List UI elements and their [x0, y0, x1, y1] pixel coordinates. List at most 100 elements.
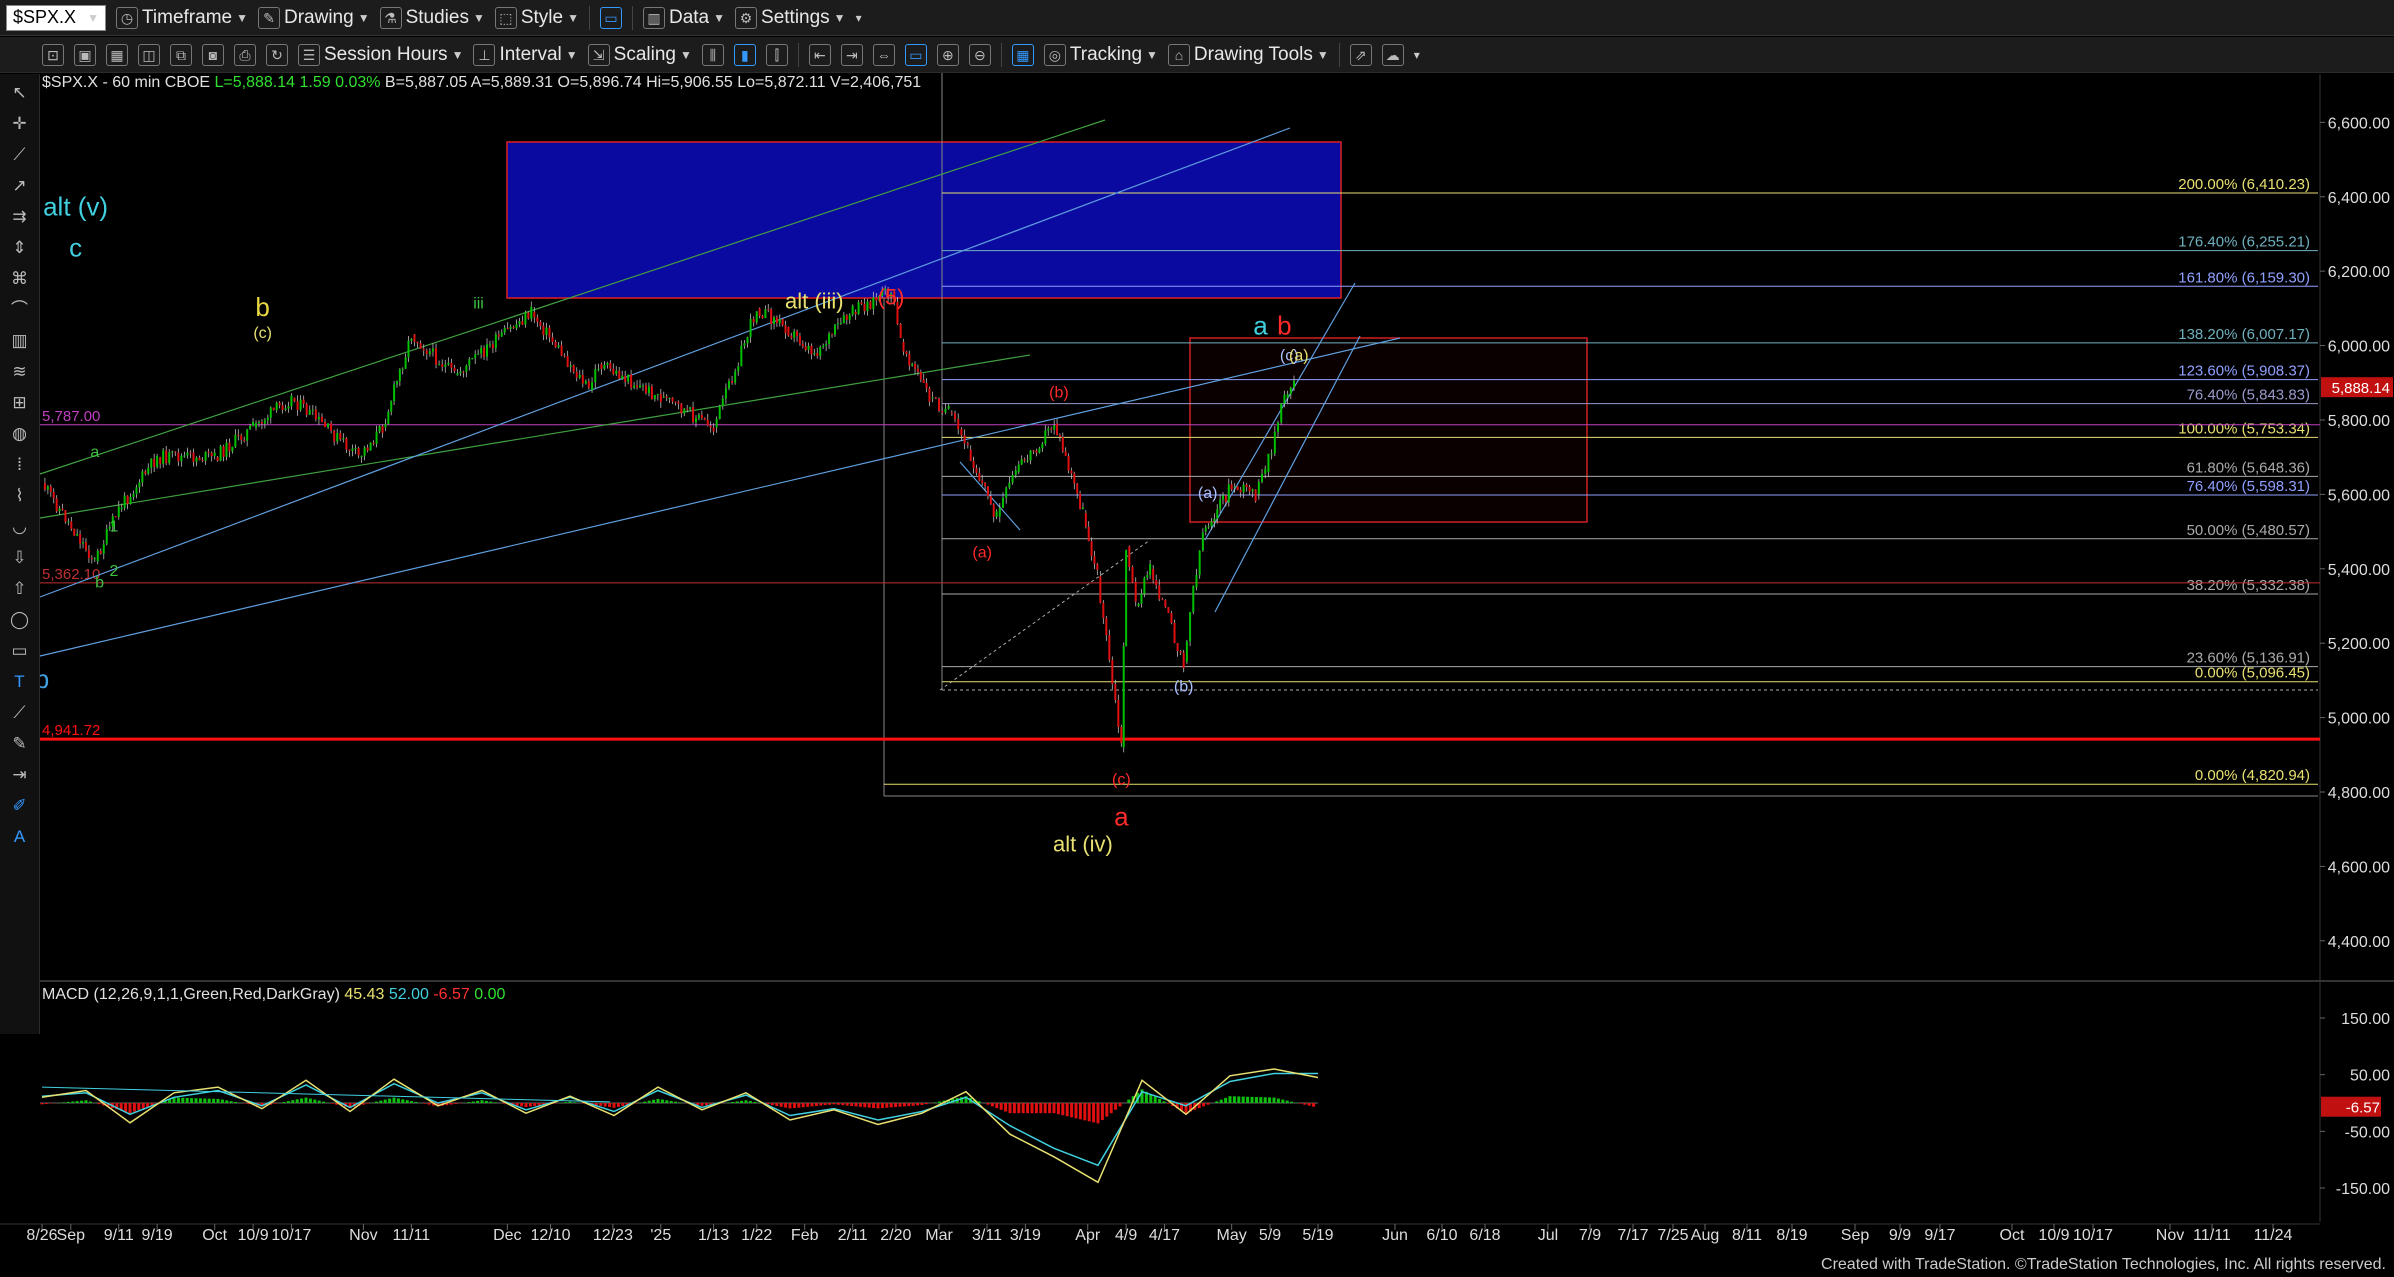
candle-body — [1251, 489, 1254, 492]
arc-icon[interactable]: ⌒ — [8, 299, 32, 321]
candle-body — [201, 459, 204, 461]
print-icon[interactable]: ⎙ — [234, 43, 256, 66]
candle-body — [378, 425, 381, 432]
andrews-icon[interactable]: ⌇ — [8, 485, 32, 507]
spiral-icon[interactable]: ◍ — [8, 423, 32, 445]
ray-icon[interactable]: ↗ — [8, 175, 32, 197]
fib-icon[interactable]: ⌘ — [8, 268, 32, 290]
crosshair-icon[interactable]: ✛ — [8, 113, 32, 135]
bar-type-icon[interactable]: ⫼ — [701, 43, 724, 66]
candle-body — [1023, 459, 1026, 461]
style-button[interactable]: ⬚ Style ▼ — [494, 6, 579, 29]
data-window-icon[interactable]: ▣ — [74, 43, 96, 66]
wave-label: alt (iv) — [1053, 832, 1113, 857]
time-axis-label: 8/19 — [1776, 1227, 1807, 1244]
scroll-left-icon[interactable]: ⇤ — [808, 43, 831, 66]
arrow-down-icon[interactable]: ⇩ — [8, 547, 32, 569]
text-icon[interactable]: T — [8, 671, 32, 693]
drawing-tools-button[interactable]: ⌂ Drawing Tools ▼ — [1167, 43, 1329, 66]
scroll-right-icon[interactable]: ⇥ — [840, 43, 863, 66]
candle-body — [372, 442, 375, 444]
price-chart[interactable]: 200.00% (6,410.23)176.40% (6,255.21)161.… — [0, 0, 2394, 1277]
ellipse-icon[interactable]: ◯ — [8, 609, 32, 631]
session-hours-button[interactable]: ☰ Session Hours ▼ — [298, 43, 463, 66]
data-button[interactable]: ▥ Data ▼ — [642, 6, 725, 29]
zoom-out-icon[interactable]: ⊖ — [968, 43, 991, 66]
tracking-button[interactable]: ◎ Tracking ▼ — [1043, 43, 1158, 66]
grid-toggle-icon[interactable]: ▦ — [1011, 43, 1034, 66]
arc-tool-icon[interactable]: ◡ — [8, 516, 32, 538]
time-axis-label: Mar — [925, 1227, 953, 1244]
refresh-icon[interactable]: ↻ — [266, 43, 288, 66]
candle-body — [465, 365, 468, 372]
candle-body — [801, 343, 804, 347]
highlight-icon[interactable]: ✐ — [8, 795, 32, 817]
layout-button[interactable]: ▭ — [599, 6, 622, 29]
camera-icon[interactable]: ◙ — [202, 43, 224, 66]
candle-body — [1257, 481, 1260, 495]
layout-toggle-icon[interactable]: ▭ — [904, 43, 927, 66]
candle-body — [255, 423, 258, 428]
time-axis-label: 9/11 — [104, 1227, 134, 1244]
candle-body — [715, 419, 718, 428]
candle-body — [807, 345, 810, 350]
overflow-icon[interactable]: ▾ — [856, 11, 862, 25]
overflow-icon[interactable]: ▾ — [1414, 48, 1420, 62]
settings-button[interactable]: ⚙ Settings ▼ — [735, 6, 846, 29]
time-axis-label: 5/9 — [1259, 1227, 1281, 1244]
candle-body — [195, 457, 198, 462]
interval-button[interactable]: ⊥ Interval ▼ — [473, 43, 578, 66]
price-axis-label: 5,200.00 — [2328, 636, 2390, 653]
candle-body — [1283, 394, 1286, 404]
candle-body — [1207, 526, 1210, 528]
studies-button[interactable]: ⚗ Studies ▼ — [379, 6, 485, 29]
candle-body — [954, 413, 957, 420]
timeframe-button[interactable]: ◷ Timeframe ▼ — [116, 6, 248, 29]
scaling-button[interactable]: ⇲ Scaling ▼ — [587, 43, 692, 66]
chart-icon[interactable]: ◫ — [138, 43, 160, 66]
measure-icon[interactable]: ⇥ — [8, 764, 32, 786]
bars-icon[interactable]: ▥ — [8, 330, 32, 352]
cloud-icon[interactable]: ☁ — [1381, 43, 1404, 66]
rectangle-icon[interactable]: ▭ — [8, 640, 32, 662]
time-axis-label: 11/11 — [393, 1227, 431, 1244]
line-type-icon[interactable]: ⫿ — [765, 43, 788, 66]
toolbar-divider — [1338, 42, 1340, 67]
zoom-in-icon[interactable]: ⊕ — [936, 43, 959, 66]
speed-icon[interactable]: ≋ — [8, 361, 32, 383]
drawing-button[interactable]: ✎ Drawing ▼ — [257, 6, 370, 29]
fit-icon[interactable]: ⇔ — [872, 43, 895, 66]
channel-icon[interactable]: ⇉ — [8, 206, 32, 228]
crosshair-icon[interactable]: ⊡ — [42, 43, 64, 66]
export-icon[interactable]: ⇗ — [1349, 43, 1372, 66]
text-color-icon[interactable]: A — [8, 826, 32, 848]
symbol-input[interactable]: $SPX.X ▼ — [6, 4, 106, 31]
candle-type-icon[interactable]: ▮ — [733, 43, 756, 66]
candle-body — [587, 381, 590, 388]
arrow-up-icon[interactable]: ⇧ — [8, 578, 32, 600]
grid-icon[interactable]: ▦ — [106, 43, 128, 66]
time-axis-label: 2/11 — [838, 1227, 868, 1244]
candle-body — [1222, 495, 1225, 500]
drawing-tools-label: Drawing Tools — [1193, 43, 1313, 65]
candle-body — [842, 315, 845, 324]
line-icon[interactable]: ⟋ — [8, 702, 32, 724]
gann-icon[interactable]: ⊞ — [8, 392, 32, 414]
candle-body — [447, 362, 450, 365]
trendline-icon[interactable]: ⟋ — [8, 144, 32, 166]
candle-body — [494, 334, 497, 349]
pointer-icon[interactable]: ↖ — [8, 82, 32, 104]
candle-body — [653, 395, 656, 400]
candle-body — [941, 410, 944, 413]
candle-body — [1195, 574, 1198, 588]
candle-body — [339, 433, 342, 440]
candle-body — [401, 368, 404, 370]
hline-icon[interactable]: ⇕ — [8, 237, 32, 259]
candle-body — [342, 438, 345, 440]
link-icon[interactable]: ⧉ — [170, 43, 192, 66]
candle-body — [105, 528, 108, 545]
candle-body — [1011, 475, 1014, 483]
cycles-icon[interactable]: ⦙ — [8, 454, 32, 476]
pen-icon[interactable]: ✎ — [8, 733, 32, 755]
candle-body — [1108, 635, 1111, 660]
